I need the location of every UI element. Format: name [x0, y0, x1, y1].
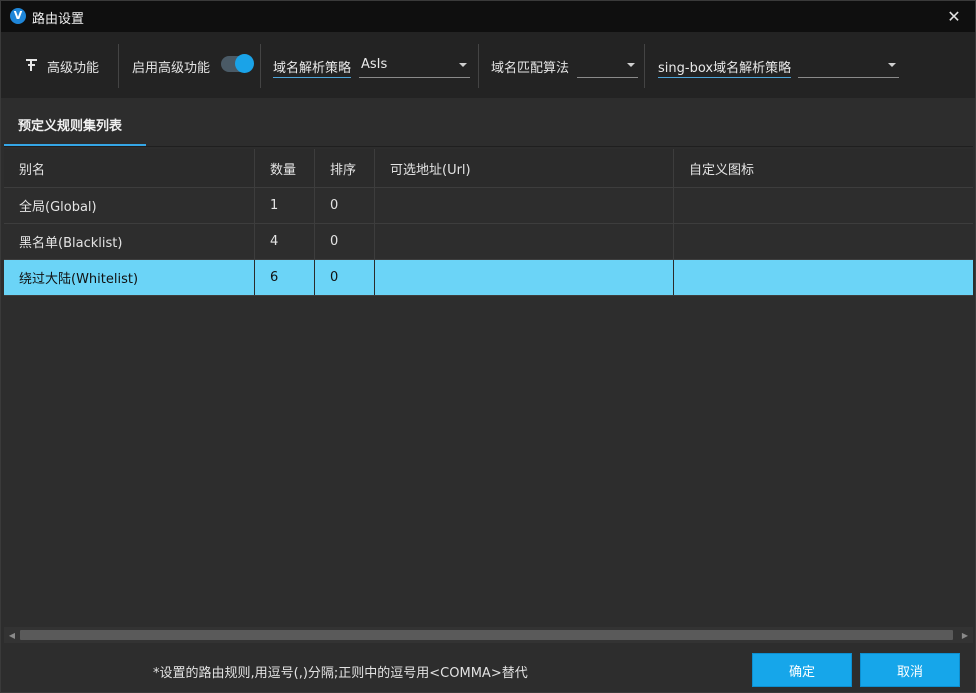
chevron-down-icon [888, 63, 896, 67]
cell-alias: 黑名单(Blacklist) [4, 224, 255, 259]
cell-count: 6 [255, 260, 315, 295]
cell-alias: 绕过大陆(Whitelist) [4, 260, 255, 295]
title-bar[interactable]: V 路由设置 ✕ [1, 1, 975, 32]
cell-url [375, 224, 674, 259]
tab-label: 预定义规则集列表 [18, 119, 123, 134]
tab-bar: 预定义规则集列表 [1, 98, 975, 146]
routing-settings-window: V 路由设置 ✕ 高级功能 启用高级功能 域名解析策略 AsIs 域名匹配算法 … [0, 0, 976, 693]
cancel-button[interactable]: 取消 [860, 653, 960, 687]
toolbar: 高级功能 启用高级功能 域名解析策略 AsIs 域名匹配算法 sing-box域… [1, 32, 975, 98]
toolbar-divider [644, 44, 645, 88]
domain-strategy-value: AsIs [361, 57, 388, 72]
cell-custom-icon [674, 188, 973, 223]
domain-strategy-select[interactable]: AsIs [359, 52, 470, 78]
cell-sort: 0 [315, 260, 375, 295]
cell-url [375, 260, 674, 295]
tab-predefined-rulesets[interactable]: 预定义规则集列表 [4, 98, 146, 146]
toolbar-divider [478, 44, 479, 88]
toolbar-divider [118, 44, 119, 88]
domain-matcher-select[interactable] [577, 52, 638, 78]
cell-custom-icon [674, 224, 973, 259]
singbox-strategy-select[interactable] [798, 52, 899, 78]
enable-advanced-label: 启用高级功能 [132, 61, 211, 76]
column-header-alias[interactable]: 别名 [4, 149, 255, 187]
cell-custom-icon [674, 260, 973, 295]
table-header: 别名 数量 排序 可选地址(Url) 自定义图标 [4, 149, 973, 188]
chevron-down-icon [627, 63, 635, 67]
table-row-selected[interactable]: 绕过大陆(Whitelist) 6 0 [4, 260, 973, 296]
domain-strategy-label[interactable]: 域名解析策略 [273, 57, 352, 78]
domain-matcher-label: 域名匹配算法 [491, 61, 570, 76]
table-row[interactable]: 黑名单(Blacklist) 4 0 [4, 224, 973, 260]
column-header-custom-icon[interactable]: 自定义图标 [674, 149, 973, 187]
scroll-right-icon[interactable]: ▶ [957, 627, 973, 643]
cell-alias: 全局(Global) [4, 188, 255, 223]
cell-sort: 0 [315, 224, 375, 259]
chevron-down-icon [459, 63, 467, 67]
app-logo-icon: V [10, 8, 26, 24]
column-header-count[interactable]: 数量 [255, 149, 315, 187]
cell-url [375, 188, 674, 223]
table-row[interactable]: 全局(Global) 1 0 [4, 188, 973, 224]
routing-rules-hint: *设置的路由规则,用逗号(,)分隔;正则中的逗号用<COMMA>替代 [153, 666, 528, 681]
cell-count: 1 [255, 188, 315, 223]
scrollbar-thumb[interactable] [20, 630, 953, 640]
ok-button[interactable]: 确定 [752, 653, 852, 687]
close-icon[interactable]: ✕ [943, 5, 965, 27]
enable-advanced-toggle[interactable] [221, 54, 254, 73]
window-title: 路由设置 [32, 12, 85, 27]
horizontal-scrollbar[interactable]: ◀ ▶ [4, 627, 973, 643]
filter-icon [26, 59, 37, 71]
cell-sort: 0 [315, 188, 375, 223]
cell-count: 4 [255, 224, 315, 259]
ruleset-table: 别名 数量 排序 可选地址(Url) 自定义图标 全局(Global) 1 0 … [4, 146, 973, 646]
toolbar-divider [260, 44, 261, 88]
singbox-strategy-label[interactable]: sing-box域名解析策略 [658, 57, 792, 78]
toggle-knob [235, 54, 254, 73]
column-header-sort[interactable]: 排序 [315, 149, 375, 187]
column-header-url[interactable]: 可选地址(Url) [375, 149, 674, 187]
scroll-left-icon[interactable]: ◀ [4, 627, 20, 643]
advanced-features-label: 高级功能 [47, 61, 100, 76]
